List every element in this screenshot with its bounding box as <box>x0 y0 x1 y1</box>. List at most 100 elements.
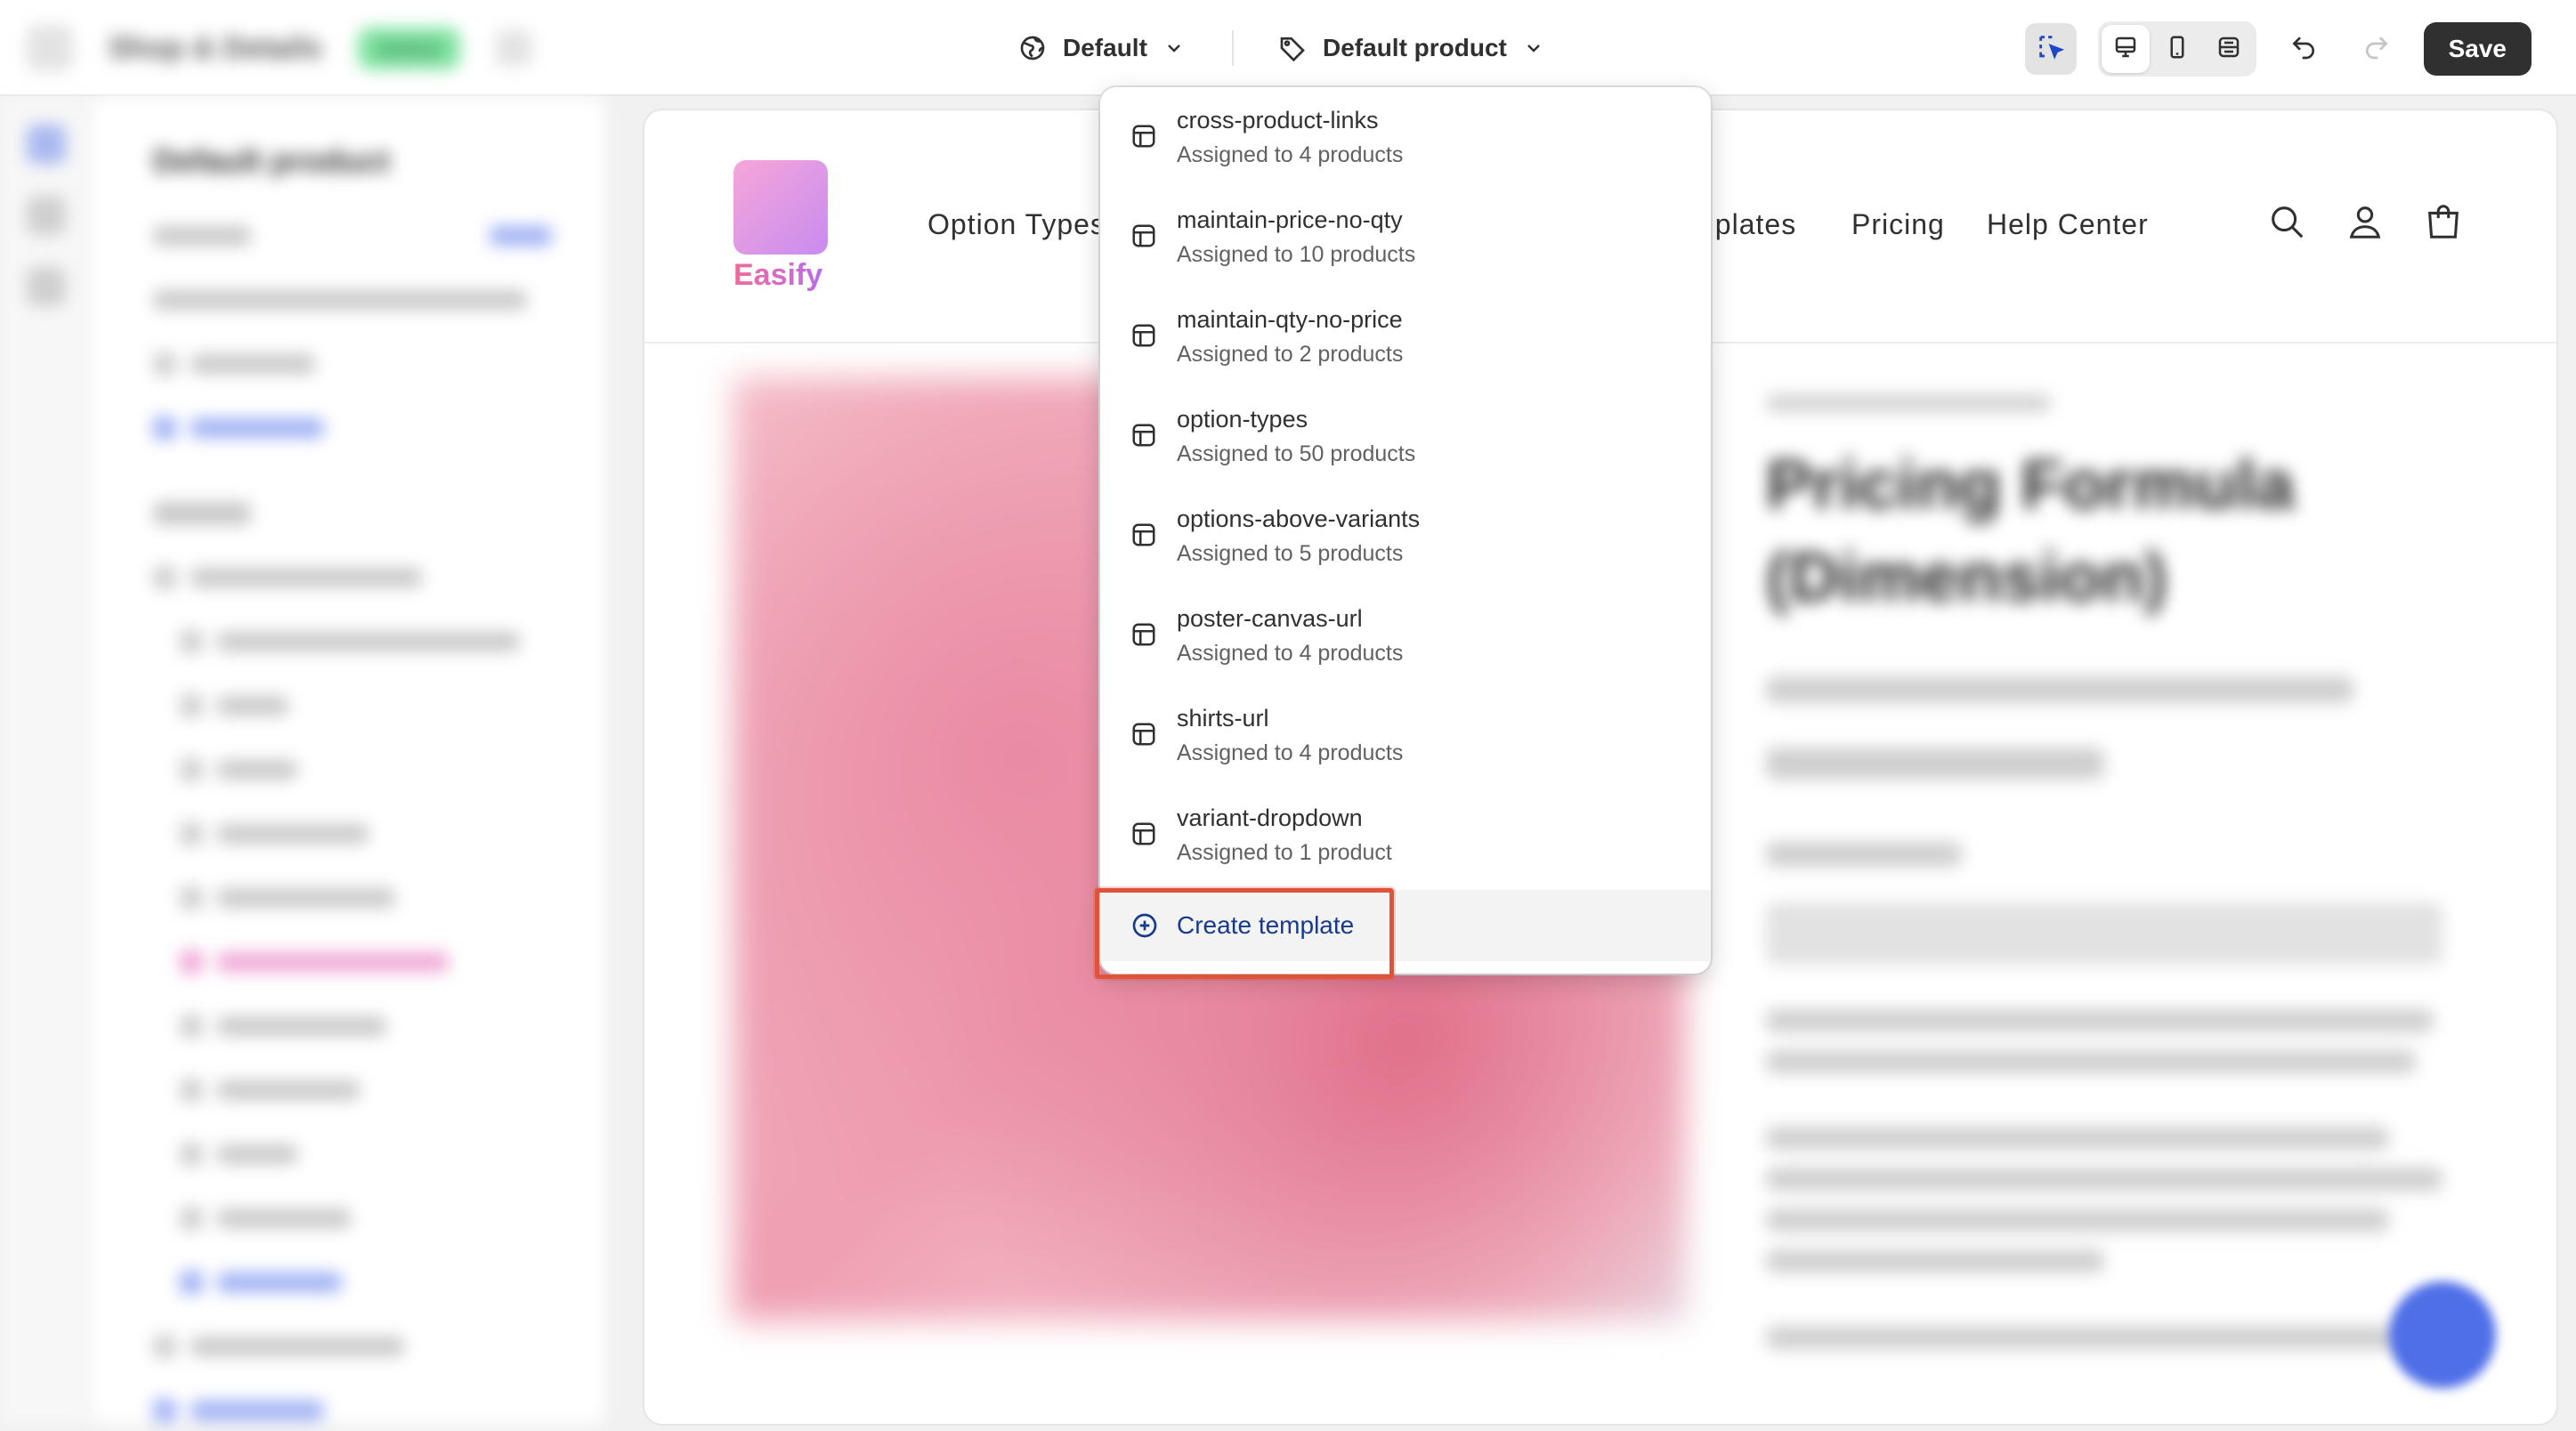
template-name: shirts-url <box>1177 705 1269 732</box>
sidebar-row <box>153 493 552 534</box>
theme-selector[interactable]: Default <box>1018 20 1185 77</box>
sidebar-row[interactable] <box>153 877 552 918</box>
sidebar-row[interactable] <box>153 621 552 662</box>
template-name: options-above-variants <box>1177 505 1421 532</box>
chat-widget-button[interactable] <box>2389 1281 2496 1388</box>
left-rail <box>0 98 89 1424</box>
template-assigned-count: Assigned to 2 products <box>1177 342 1404 367</box>
undo-icon <box>2289 33 2318 66</box>
template-selector[interactable]: Default product <box>1278 20 1544 77</box>
sections-icon[interactable] <box>27 125 66 164</box>
exit-button[interactable] <box>27 25 73 71</box>
template-assigned-count: Assigned to 50 products <box>1177 441 1416 466</box>
template-option[interactable]: variant-dropdown Assigned to 1 product <box>1100 785 1711 885</box>
sidebar-row[interactable] <box>153 408 552 449</box>
template-option[interactable]: option-types Assigned to 50 products <box>1100 386 1711 486</box>
store-name: Shop & Details <box>109 30 322 65</box>
layout-icon <box>1130 222 1157 254</box>
template-option[interactable]: poster-canvas-url Assigned to 4 products <box>1100 586 1711 685</box>
sidebar-row[interactable] <box>153 1326 552 1367</box>
status-badge: Active <box>357 27 460 69</box>
template-name: option-types <box>1177 406 1308 433</box>
nav-link-pricing[interactable]: Pricing <box>1851 208 1945 241</box>
search-icon[interactable] <box>2266 201 2307 247</box>
template-assigned-count: Assigned to 1 product <box>1177 840 1392 865</box>
sidebar-row[interactable] <box>153 279 552 320</box>
redo-button[interactable] <box>2351 23 2402 75</box>
desktop-icon <box>2112 34 2139 65</box>
select-cursor-icon <box>2036 32 2066 67</box>
more-actions-button[interactable] <box>495 30 531 66</box>
settings-icon[interactable] <box>27 196 66 235</box>
apps-icon[interactable] <box>27 267 66 306</box>
template-assigned-count: Assigned to 5 products <box>1177 541 1404 566</box>
sidebar-row[interactable] <box>153 942 552 982</box>
template-option[interactable]: options-above-variants Assigned to 5 pro… <box>1100 486 1711 586</box>
sidebar-row[interactable] <box>153 813 552 854</box>
sidebar-row[interactable] <box>153 1198 552 1239</box>
sections-sidebar: Default product <box>91 98 607 1424</box>
chevron-down-icon <box>1163 37 1185 59</box>
divider <box>1232 30 1234 66</box>
store-logo[interactable]: Easify <box>733 160 831 294</box>
save-button[interactable]: Save <box>2423 22 2531 76</box>
globe-icon <box>1018 34 1047 62</box>
template-option[interactable]: cross-product-links Assigned to 4 produc… <box>1100 87 1711 187</box>
account-icon[interactable] <box>2345 201 2386 247</box>
product-info: Pricing Formula (Dimension) <box>1766 377 2460 1349</box>
template-option[interactable]: shirts-url Assigned to 4 products <box>1100 685 1711 785</box>
mobile-view-button[interactable] <box>2153 25 2201 73</box>
sidebar-row[interactable] <box>153 749 552 790</box>
template-assigned-count: Assigned to 10 products <box>1177 242 1416 267</box>
chevron-down-icon <box>1523 37 1544 59</box>
cart-icon[interactable] <box>2423 201 2464 247</box>
undo-button[interactable] <box>2278 23 2329 75</box>
top-bar: Shop & Details Active Default Default pr… <box>0 0 2576 96</box>
sidebar-row[interactable] <box>153 1262 552 1303</box>
toolbar-actions: Save <box>2024 21 2531 77</box>
viewport-switcher <box>2097 21 2256 77</box>
highlight-box <box>1095 888 1394 979</box>
sidebar-row[interactable] <box>153 215 552 256</box>
theme-selector-label: Default <box>1063 34 1147 61</box>
desktop-view-button[interactable] <box>2101 25 2150 73</box>
sidebar-row[interactable] <box>153 1070 552 1111</box>
inspector-toggle-button[interactable] <box>2024 23 2077 75</box>
template-dropdown: cross-product-links Assigned to 4 produc… <box>1100 87 1711 974</box>
sidebar-row[interactable] <box>153 1134 552 1175</box>
logo-image <box>733 160 828 255</box>
layout-icon <box>1130 322 1157 353</box>
nav-link-help-center[interactable]: Help Center <box>1987 208 2149 241</box>
sidebar-row[interactable] <box>153 557 552 598</box>
nav-link-templates[interactable]: nplates <box>1698 208 1796 241</box>
template-name: variant-dropdown <box>1177 804 1363 831</box>
sidebar-row[interactable] <box>153 1006 552 1047</box>
template-assigned-count: Assigned to 4 products <box>1177 641 1404 666</box>
layout-icon <box>1130 621 1157 652</box>
sidebar-row[interactable] <box>153 1390 552 1431</box>
layout-icon <box>1130 521 1157 553</box>
template-name: maintain-price-no-qty <box>1177 206 1403 233</box>
template-option[interactable]: maintain-price-no-qty Assigned to 10 pro… <box>1100 187 1711 287</box>
template-name: maintain-qty-no-price <box>1177 306 1403 333</box>
logo-text: Easify <box>733 258 831 293</box>
redo-icon <box>2362 33 2391 66</box>
sidebar-title: Default product <box>153 142 390 179</box>
sidebar-row[interactable] <box>153 344 552 384</box>
breadcrumb <box>1766 395 2051 411</box>
template-name: poster-canvas-url <box>1177 605 1363 632</box>
product-title: Pricing Formula (Dimension) <box>1766 445 2295 616</box>
layout-icon <box>1130 422 1157 453</box>
template-name: cross-product-links <box>1177 107 1379 133</box>
sidebar-row[interactable] <box>153 685 552 726</box>
layout-icon <box>1130 821 1157 852</box>
template-selector-label: Default product <box>1323 34 1507 61</box>
mobile-icon <box>2164 34 2191 65</box>
nav-link-option-types[interactable]: Option Types <box>928 208 1106 241</box>
full-width-icon <box>2216 34 2242 65</box>
fullscreen-view-button[interactable] <box>2205 25 2253 73</box>
tag-icon <box>1278 34 1307 62</box>
store-info: Shop & Details Active <box>27 25 531 71</box>
template-assigned-count: Assigned to 4 products <box>1177 740 1404 765</box>
template-option[interactable]: maintain-qty-no-price Assigned to 2 prod… <box>1100 287 1711 386</box>
